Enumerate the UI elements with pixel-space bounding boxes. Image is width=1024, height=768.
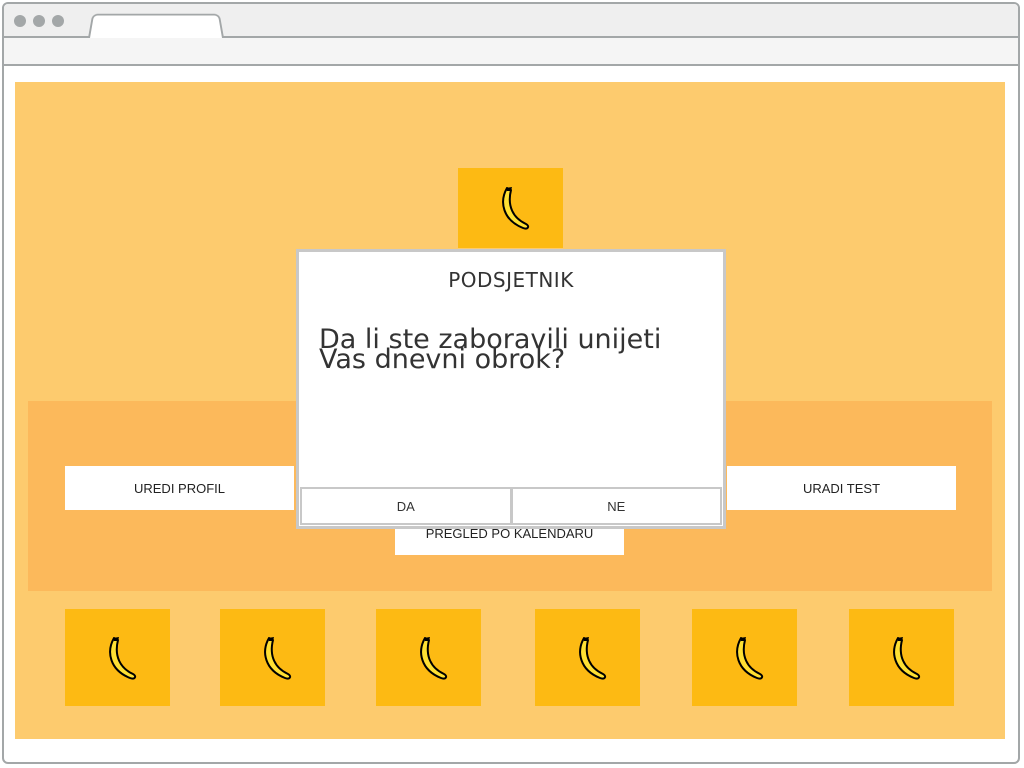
window-close-dot[interactable] (14, 15, 26, 27)
food-tile[interactable] (692, 609, 797, 706)
dialog-title: PODSJETNIK (448, 268, 574, 292)
food-tile[interactable] (220, 609, 325, 706)
banana-icon (892, 636, 920, 679)
yes-button[interactable]: DA (300, 487, 512, 525)
edit-profile-button[interactable]: UREDI PROFIL (65, 466, 294, 510)
logo-tile (458, 168, 563, 248)
browser-address-bar[interactable] (4, 38, 1018, 66)
banana-icon (735, 636, 763, 679)
dialog-actions: DA NE (300, 487, 722, 525)
food-tile[interactable] (376, 609, 481, 706)
banana-icon (263, 636, 291, 679)
banana-icon (578, 636, 606, 679)
browser-titlebar (4, 4, 1018, 38)
browser-tab[interactable] (88, 13, 224, 38)
banana-icon (501, 187, 529, 230)
food-tile[interactable] (535, 609, 640, 706)
window-maximize-dot[interactable] (52, 15, 64, 27)
window-minimize-dot[interactable] (33, 15, 45, 27)
reminder-dialog: PODSJETNIK Da li ste zaboravili unijeti … (296, 249, 726, 529)
no-button[interactable]: NE (511, 487, 722, 525)
banana-icon (108, 636, 136, 679)
banana-icon (419, 636, 447, 679)
take-test-button[interactable]: URADI TEST (727, 466, 956, 510)
food-tile[interactable] (849, 609, 954, 706)
food-tile[interactable] (65, 609, 170, 706)
dialog-message: Da li ste zaboravili unijeti Vas dnevni … (319, 324, 662, 375)
